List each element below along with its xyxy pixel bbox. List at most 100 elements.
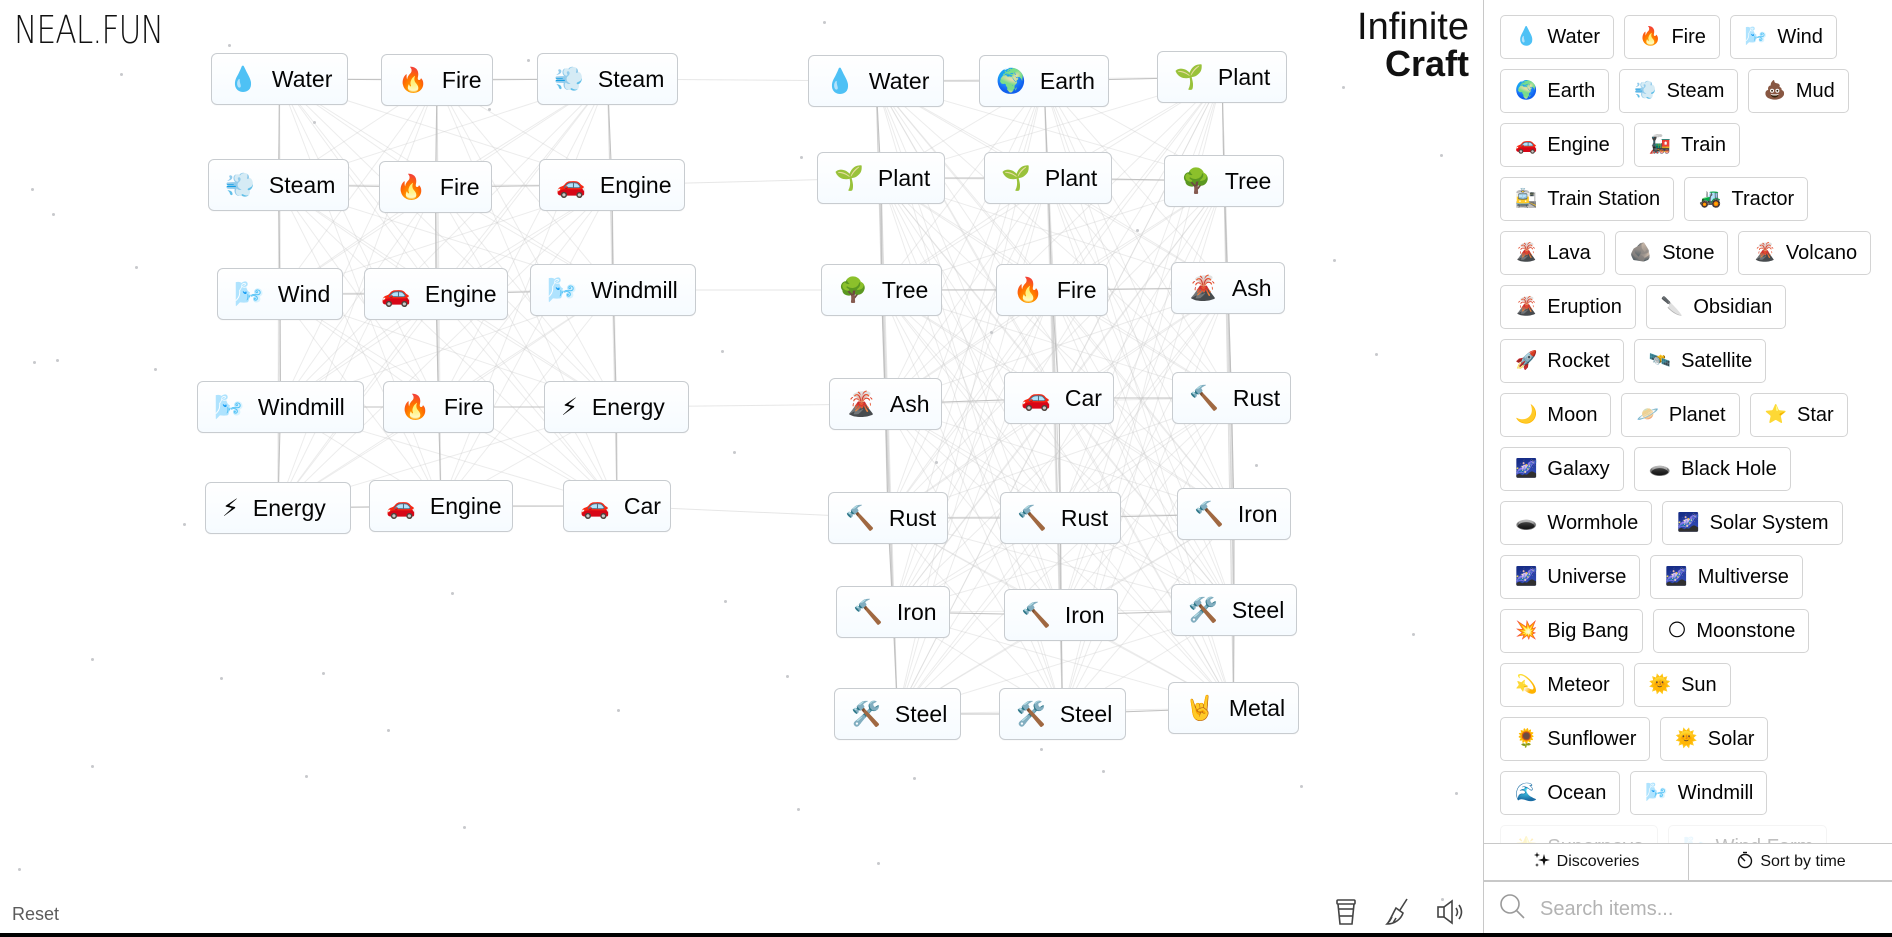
donate-cup-icon[interactable]	[1331, 897, 1361, 927]
sidebar-item-rocket[interactable]: 🚀 Rocket	[1500, 339, 1624, 383]
sidebar-item-tractor[interactable]: 🚜 Tractor	[1684, 177, 1809, 221]
canvas-node-car[interactable]: 🚗 Car	[1004, 372, 1114, 424]
search-icon	[1498, 892, 1528, 927]
sidebar-item-star[interactable]: ⭐ Star	[1749, 393, 1848, 437]
item-list[interactable]: 💧 Water 🔥 Fire 🌬️ Wind 🌍 Earth 💨 Steam 💩 Mud 🚗 Engine…	[1484, 0, 1892, 843]
element-label: Water	[271, 65, 333, 92]
neal-fun-logo[interactable]: NEAL.FUN	[14, 8, 164, 52]
canvas-node-rust[interactable]: 🔨 Rust	[828, 492, 948, 544]
canvas-node-tree[interactable]: 🌳 Tree	[1164, 155, 1284, 207]
discoveries-label: Discoveries	[1556, 853, 1640, 870]
element-emoji-icon: 🛠️	[1016, 700, 1046, 728]
sidebar-item-sunflower[interactable]: 🌻 Sunflower	[1500, 717, 1651, 761]
background-dot	[823, 21, 826, 24]
search-input[interactable]	[1540, 898, 1880, 921]
sidebar-item-lava[interactable]: 🌋 Lava	[1500, 231, 1605, 275]
element-label: Engine	[424, 280, 497, 307]
element-label: Plant	[877, 164, 931, 191]
canvas-node-tree[interactable]: 🌳 Tree	[821, 264, 942, 316]
canvas-node-plant[interactable]: 🌱 Plant	[1157, 51, 1287, 103]
element-emoji-icon: 🚗	[580, 492, 610, 520]
discoveries-tab[interactable]: Discoveries	[1484, 844, 1688, 880]
sidebar-item-ocean[interactable]: 🌊 Ocean	[1500, 771, 1621, 815]
crafting-canvas[interactable]: NEAL.FUN Infinite Craft 💧 Water 🔥 Fire 💨 Stea…	[0, 0, 1483, 937]
canvas-node-wind[interactable]: 🌬️ Wind	[217, 268, 343, 320]
clear-broom-icon[interactable]	[1383, 897, 1413, 927]
item-emoji-icon: 🌋	[1515, 242, 1538, 263]
canvas-node-engine[interactable]: 🚗 Engine	[364, 268, 508, 320]
item-label: Earth	[1547, 79, 1596, 102]
canvas-node-car[interactable]: 🚗 Car	[563, 480, 671, 532]
sidebar-item-galaxy[interactable]: 🌌 Galaxy	[1500, 447, 1624, 491]
sidebar-item-windmill[interactable]: 🌬️ Windmill	[1630, 771, 1768, 815]
sidebar-item-train-station[interactable]: 🚉 Train Station	[1500, 177, 1675, 221]
sound-icon[interactable]	[1435, 897, 1465, 927]
sidebar-item-sun[interactable]: 🌞 Sun	[1633, 663, 1731, 707]
canvas-node-engine[interactable]: 🚗 Engine	[539, 159, 685, 211]
faint-connection-line	[611, 184, 618, 507]
sidebar-item-obsidian[interactable]: 🔪 Obsidian	[1645, 285, 1787, 329]
background-dot	[135, 266, 138, 269]
canvas-node-steel[interactable]: 🛠️ Steel	[1171, 584, 1297, 636]
canvas-node-iron[interactable]: 🔨 Iron	[836, 586, 950, 638]
faint-connection-line	[875, 80, 1232, 399]
canvas-node-energy[interactable]: ⚡ Energy	[205, 482, 351, 534]
canvas-node-water[interactable]: 💧 Water	[211, 53, 348, 105]
canvas-node-ash[interactable]: 🌋 Ash	[1171, 262, 1285, 314]
canvas-node-water[interactable]: 💧 Water	[808, 55, 944, 107]
canvas-node-windmill[interactable]: 🌬️ Windmill	[530, 264, 696, 316]
sidebar-item-train[interactable]: 🚂 Train	[1633, 123, 1740, 167]
canvas-node-earth[interactable]: 🌍 Earth	[979, 55, 1109, 107]
sidebar-item-fire[interactable]: 🔥 Fire	[1624, 15, 1720, 59]
canvas-node-steam[interactable]: 💨 Steam	[208, 159, 349, 211]
sidebar-item-multiverse[interactable]: 🌌 Multiverse	[1650, 555, 1803, 599]
sidebar-item-volcano[interactable]: 🌋 Volcano	[1738, 231, 1872, 275]
canvas-node-energy[interactable]: ⚡ Energy	[544, 381, 689, 433]
sidebar-item-wind-farm[interactable]: 🌬️Wind Farm	[1668, 825, 1828, 843]
sidebar-item-stone[interactable]: 🪨 Stone	[1614, 231, 1729, 275]
canvas-node-windmill[interactable]: 🌬️ Windmill	[197, 381, 364, 433]
sidebar-item-steam[interactable]: 💨 Steam	[1619, 69, 1739, 113]
sidebar-item-black-hole[interactable]: 🕳️ Black Hole	[1633, 447, 1791, 491]
reset-button[interactable]: Reset	[12, 904, 59, 925]
sidebar-item-universe[interactable]: 🌌 Universe	[1500, 555, 1641, 599]
sidebar-item-planet[interactable]: 🪐 Planet	[1621, 393, 1740, 437]
element-emoji-icon: 💧	[825, 67, 855, 95]
sidebar-item-solar-system[interactable]: 🌌 Solar System	[1662, 501, 1843, 545]
sidebar-item-water[interactable]: 💧 Water	[1500, 15, 1615, 59]
sidebar-item-supernova[interactable]: 🌟Supernova	[1500, 825, 1659, 843]
canvas-node-metal[interactable]: 🤘 Metal	[1168, 682, 1299, 734]
canvas-node-iron[interactable]: 🔨 Iron	[1004, 589, 1118, 641]
sort-by-time-tab[interactable]: Sort by time	[1688, 844, 1892, 880]
canvas-node-rust[interactable]: 🔨 Rust	[1000, 492, 1121, 544]
sidebar-item-eruption[interactable]: 🌋 Eruption	[1500, 285, 1636, 329]
item-label: Moonstone	[1696, 619, 1796, 642]
canvas-node-fire[interactable]: 🔥 Fire	[379, 161, 492, 213]
canvas-node-fire[interactable]: 🔥 Fire	[996, 264, 1108, 316]
canvas-node-steam[interactable]: 💨 Steam	[537, 53, 678, 105]
canvas-node-plant[interactable]: 🌱 Plant	[817, 152, 945, 204]
sidebar-item-meteor[interactable]: 💫 Meteor	[1500, 663, 1624, 707]
sidebar-item-big-bang[interactable]: 💥 Big Bang	[1500, 609, 1643, 653]
sidebar-item-moon[interactable]: 🌙 Moon	[1500, 393, 1612, 437]
element-emoji-icon: ⚡	[222, 494, 239, 522]
sidebar-item-wormhole[interactable]: 🕳️ Wormhole	[1500, 501, 1653, 545]
sidebar-item-moonstone[interactable]: 🌕 Moonstone	[1652, 609, 1810, 653]
canvas-node-steel[interactable]: 🛠️ Steel	[834, 688, 961, 740]
canvas-node-fire[interactable]: 🔥 Fire	[381, 54, 493, 106]
sidebar-item-satellite[interactable]: 🛰️ Satellite	[1633, 339, 1767, 383]
sidebar-item-mud[interactable]: 💩 Mud	[1748, 69, 1849, 113]
sidebar-item-wind[interactable]: 🌬️ Wind	[1729, 15, 1837, 59]
element-label: Fire	[439, 173, 480, 200]
canvas-node-plant[interactable]: 🌱 Plant	[984, 152, 1112, 204]
sidebar-item-earth[interactable]: 🌍 Earth	[1500, 69, 1610, 113]
canvas-node-iron[interactable]: 🔨 Iron	[1177, 488, 1291, 540]
canvas-node-steel[interactable]: 🛠️ Steel	[999, 688, 1126, 740]
item-emoji-icon: 🚜	[1699, 188, 1722, 209]
canvas-node-fire[interactable]: 🔥 Fire	[383, 381, 494, 433]
canvas-node-ash[interactable]: 🌋 Ash	[829, 378, 942, 430]
sidebar-item-solar[interactable]: 🌞 Solar	[1660, 717, 1769, 761]
canvas-node-engine[interactable]: 🚗 Engine	[369, 480, 513, 532]
canvas-node-rust[interactable]: 🔨 Rust	[1172, 372, 1291, 424]
sidebar-item-engine[interactable]: 🚗 Engine	[1500, 123, 1624, 167]
